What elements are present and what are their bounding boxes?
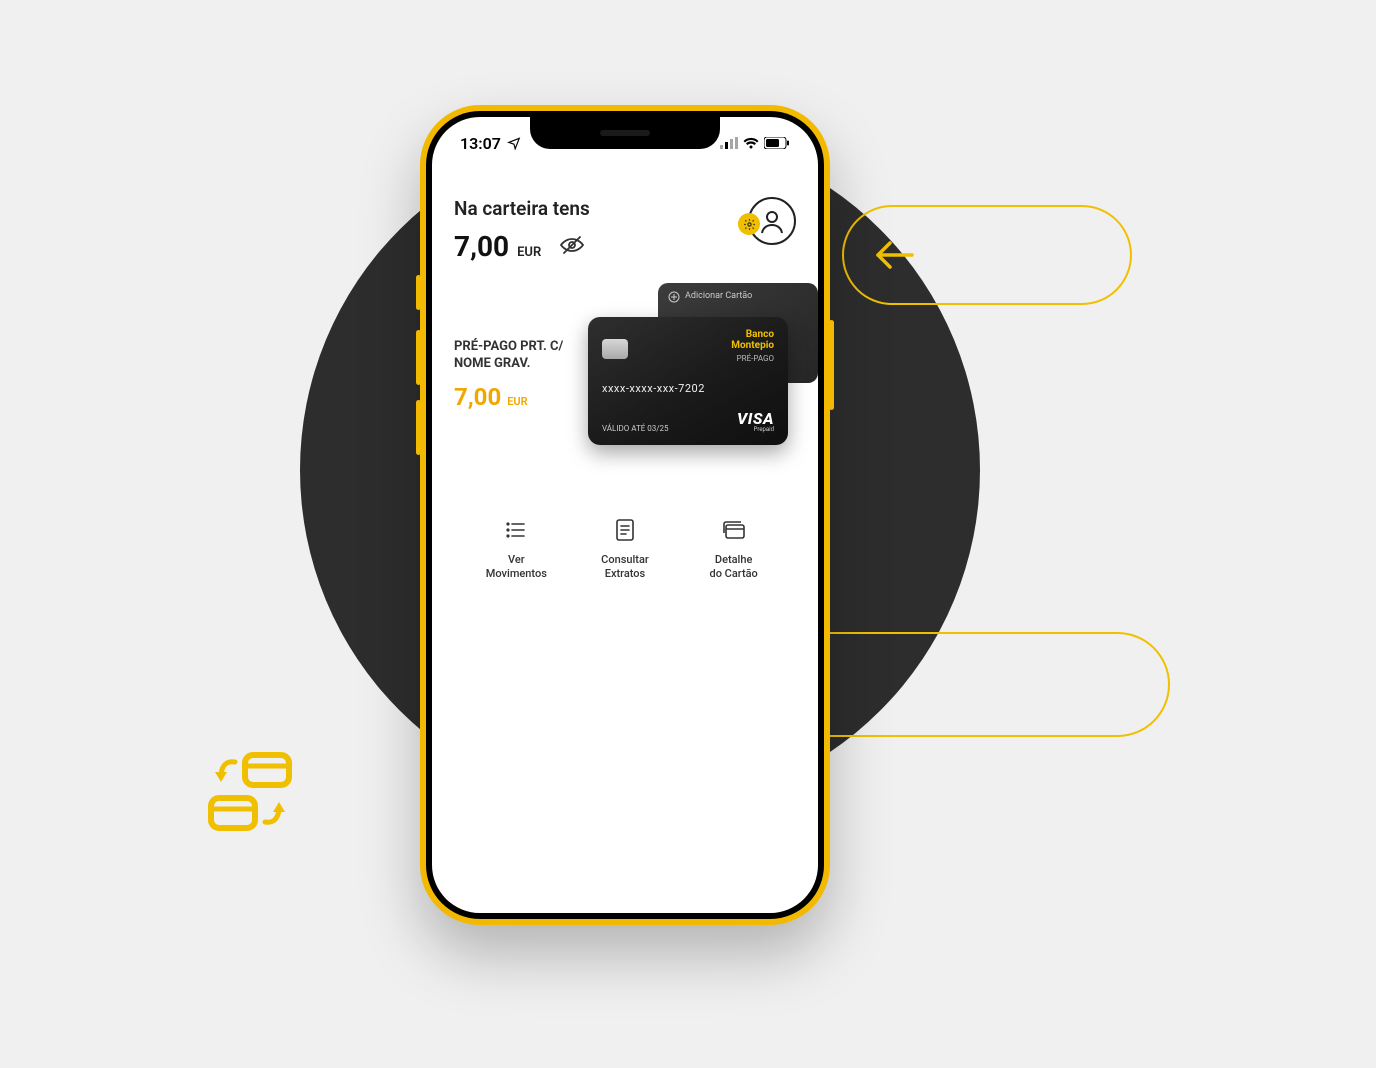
card-type: PRÉ-PAGO — [731, 355, 774, 364]
card-number: xxxx-xxxx-xxx-7202 — [602, 382, 774, 395]
phone-screen: 13:07 Na carteira tens 7,00 EUR — [432, 117, 818, 913]
card-chip-icon — [602, 339, 628, 359]
card-valid: VÁLIDO ATÉ 03/25 — [602, 424, 669, 433]
wallet-balance: 7,00 — [454, 230, 509, 263]
view-movements-button[interactable]: VerMovimentos — [471, 517, 561, 581]
person-icon — [758, 207, 786, 235]
card-details-button[interactable]: Detalhedo Cartão — [689, 517, 779, 581]
arrow-left-icon — [872, 238, 916, 272]
cards-icon — [721, 517, 747, 543]
phone-frame: 13:07 Na carteira tens 7,00 EUR — [420, 105, 830, 925]
card-swap-icon — [205, 750, 295, 840]
add-card-label: Adicionar Cartão — [685, 291, 752, 301]
toggle-visibility-button[interactable] — [559, 235, 585, 259]
settings-badge[interactable] — [738, 213, 760, 235]
phone-power-button — [829, 320, 834, 410]
phone-volume-up — [416, 330, 421, 385]
phone-notch — [530, 117, 720, 149]
decorative-pill-bottom — [830, 632, 1170, 737]
card-brand: BancoMontepio — [731, 329, 774, 351]
card-name: PRÉ-PAGO PRT. C/ NOME GRAV. — [454, 339, 604, 373]
cellular-icon — [720, 137, 738, 149]
phone-silent-switch — [416, 275, 421, 310]
card-network: VISA — [737, 412, 774, 426]
wallet-label: Na carteira tens — [454, 197, 590, 220]
gear-icon — [743, 218, 756, 231]
wallet-currency: EUR — [517, 245, 541, 260]
card-name-line2: NOME GRAV. — [454, 356, 530, 371]
list-icon — [503, 517, 529, 543]
location-icon — [507, 136, 521, 150]
wifi-icon — [743, 137, 759, 149]
decorative-pill-arrow — [842, 205, 1132, 305]
status-time: 13:07 — [460, 134, 501, 153]
action-label: VerMovimentos — [486, 553, 547, 581]
credit-card[interactable]: BancoMontepio PRÉ-PAGO xxxx-xxxx-xxx-720… — [588, 317, 788, 445]
card-balance: 7,00 — [454, 383, 501, 411]
phone-volume-down — [416, 400, 421, 455]
profile-button[interactable] — [748, 197, 796, 245]
battery-icon — [764, 137, 790, 149]
plus-circle-icon — [668, 291, 680, 303]
view-statements-button[interactable]: ConsultarExtratos — [580, 517, 670, 581]
document-icon — [612, 517, 638, 543]
card-currency: EUR — [507, 395, 527, 408]
action-label: ConsultarExtratos — [601, 553, 649, 581]
action-label: Detalhedo Cartão — [710, 553, 758, 581]
card-name-line1: PRÉ-PAGO PRT. C/ — [454, 339, 563, 354]
